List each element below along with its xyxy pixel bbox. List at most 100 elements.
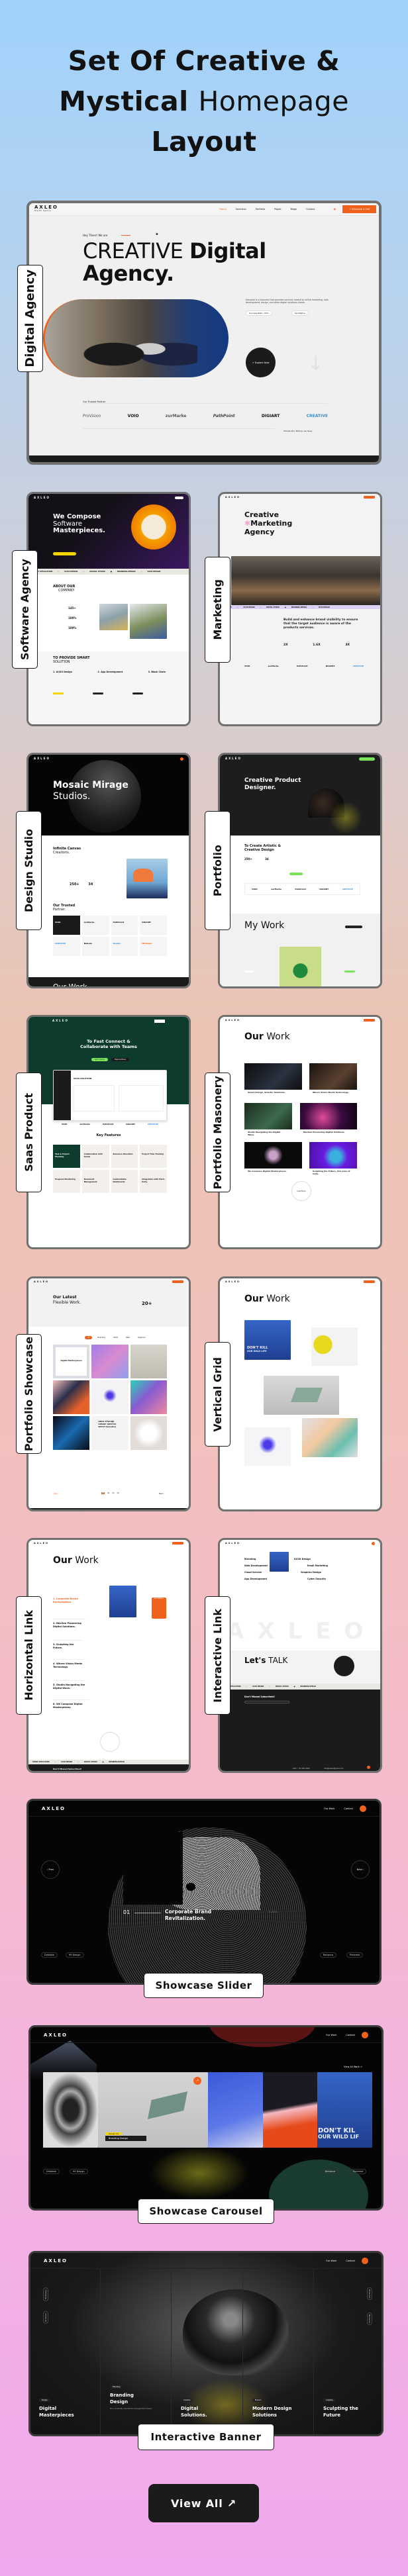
work-grid: Digital Masterpieces ABCD EFGHIJK LMNOP … xyxy=(53,1345,167,1450)
99design-link[interactable]: 99 Design xyxy=(66,1952,84,1958)
label-interactive-link: Interactive Link xyxy=(205,1596,230,1715)
nav-home[interactable]: Home xyxy=(219,208,226,211)
preview-portfolio[interactable]: AXLEO Creative Product Designer. To Creat… xyxy=(218,753,382,988)
feature-card: Progress Monitoring xyxy=(53,1170,80,1193)
project-count: 20+ xyxy=(142,1301,152,1306)
work-card xyxy=(244,1103,292,1129)
feature-card: Project Time Tracking xyxy=(140,1145,167,1168)
work-list-item[interactable]: 2. NexGen Pioneering Digital Solutions. xyxy=(53,1619,86,1640)
work-list-item[interactable]: 3. Sculpting the Future. xyxy=(53,1640,83,1659)
solution-heading: TO PROVIDE SMART SOLUTION xyxy=(53,656,90,664)
menu-icon[interactable] xyxy=(360,1805,366,1812)
hero-headline: Creative ✱Marketing Agency xyxy=(244,510,293,536)
preview-interactive-link[interactable]: AXLEO Branding Web Development Cloud Servi… xyxy=(218,1538,382,1773)
product-image xyxy=(280,947,321,986)
banner-column[interactable]: Creative Digital Solutions. xyxy=(181,2391,207,2418)
load-more-button[interactable]: Load More xyxy=(291,1181,311,1201)
cta-button[interactable] xyxy=(289,873,303,875)
explore-now-button[interactable]: ↗ Explore Now xyxy=(246,348,276,377)
menu-icon[interactable] xyxy=(362,2031,368,2038)
view-button[interactable] xyxy=(345,926,362,928)
brand-statement: Build and enhance brand visibility to en… xyxy=(283,618,358,630)
work-list-item[interactable]: 1. Corporate Brand Revitalization. xyxy=(53,1598,83,1619)
service-links-left: Branding Web Development Cloud Service App … xyxy=(244,1558,268,1580)
view-all-button[interactable]: View All ↗ xyxy=(148,2484,259,2522)
partner-logos: VOIO zurMarke PathPoint DIGIART CREATIVE xyxy=(62,1123,158,1125)
our-work-heading: Our Work xyxy=(53,1555,99,1566)
dashboard-mockup: SAAS-SOLUTION xyxy=(53,1070,167,1121)
work-item xyxy=(130,1380,167,1414)
email-input[interactable] xyxy=(244,1701,289,1703)
partner-logos: VOIO zurMarke PathPoint DIGIART CREATIVE xyxy=(244,665,364,667)
intro-text: Hey There! We are xyxy=(83,234,108,237)
partner-logos: VOIO zurMarke PathPoint DIGIART CREATIVE xyxy=(244,883,360,895)
nav-contact[interactable]: Contact xyxy=(306,208,315,211)
feature-card: Collaboration with Teams xyxy=(81,1145,109,1168)
preview-marketing[interactable]: AXLEO Creative✱MarketingAgency PRODUCT◇U… xyxy=(218,492,382,726)
work-card xyxy=(309,1142,357,1169)
preview-software-agency[interactable]: AXLEO We Compose Software Masterpieces. SM… xyxy=(26,492,191,726)
our-work-heading: Our Work xyxy=(244,1294,290,1304)
preview-showcase-carousel[interactable]: AXLEO Our Work Contact View All Work ↗ ↗ … xyxy=(28,2025,383,2211)
banner-column[interactable]: Design Digital Masterpieces xyxy=(39,2391,74,2418)
label-marketing: Marketing xyxy=(205,557,230,663)
banner-column[interactable]: Creative Sculpting the Future xyxy=(323,2391,358,2418)
services-marquee: SMART APPLICATION ◇ UI/UX DESIGN ◇ DIGITAL S… xyxy=(28,1760,189,1764)
slide-index: 01 xyxy=(123,1909,130,1915)
carousel-item[interactable]: DON'T KIL OUR WILD LIF xyxy=(317,2072,372,2148)
spotlight-button[interactable]: Spotlight ▸ xyxy=(291,310,309,316)
nav-pages[interactable]: Pages xyxy=(274,208,281,211)
banner-column[interactable]: Modern Modern Design Solutions xyxy=(252,2391,292,2418)
preview-digital-agency[interactable]: AXLEO Digital Agency Home Solutions Portf… xyxy=(26,201,382,465)
scroll-top-button[interactable] xyxy=(367,1766,370,1769)
view-all-work-link[interactable]: View All Work ↗ xyxy=(344,2066,362,2068)
work-list-item[interactable]: 6. We Compose Digital Masterpieces. xyxy=(53,1699,89,1721)
behance-link[interactable]: Behance xyxy=(320,1952,337,1958)
carousel-item[interactable] xyxy=(208,2072,263,2148)
preview-portfolio-showcase[interactable]: AXLEO Our Latest Flexible Work. 20+ All B… xyxy=(26,1276,191,1511)
success-rate-badge: Success Rate - 90% xyxy=(246,310,272,316)
explore-plans-button[interactable]: Explore Plans xyxy=(111,1058,129,1061)
nav-our-work[interactable]: Our Work xyxy=(324,1807,334,1810)
hero-headline: Creative Product Designer. xyxy=(244,777,301,791)
nav-blogs[interactable]: Blogs xyxy=(290,208,297,211)
talk-button[interactable] xyxy=(334,1656,354,1676)
work-list-item[interactable]: 4. Where Vision Meets Technology. xyxy=(53,1659,86,1680)
carousel-item[interactable] xyxy=(263,2072,317,2148)
work-card xyxy=(244,1142,302,1169)
work-image xyxy=(264,1376,339,1415)
nav-contact[interactable]: Contact xyxy=(344,1807,353,1810)
preview-interactive-banner[interactable]: AXLEO Our Work Contact 99 Design Dribbble… xyxy=(28,2251,383,2436)
preview-portfolio-masonery[interactable]: AXLEO Our Work Smart Design, Smarter Sol… xyxy=(218,1015,382,1249)
schedule-call-button[interactable]: ↗ Schedule a Call xyxy=(342,205,376,213)
preview-design-studio[interactable]: AXLEO Mosaic Mirage Studios. Infinite Can… xyxy=(26,753,191,988)
cta-button[interactable] xyxy=(53,552,76,555)
nav-portfolio[interactable]: Portfolio xyxy=(256,208,265,211)
menu-icon[interactable] xyxy=(362,2257,368,2264)
section-heading: Infinite Canvas Creations. xyxy=(53,847,81,855)
preview-showcase-slider[interactable]: AXLEO Our Work Contact ‹ Prev Next › 01 C… xyxy=(26,1799,382,1985)
banner-column[interactable]: Branding Branding Design It's a mutually be… xyxy=(110,2377,153,2410)
carousel-item[interactable] xyxy=(43,2072,98,2148)
pinterest-link[interactable]: Pinterest xyxy=(346,1952,364,1958)
work-list-item[interactable]: 5. Studio Navigating the Digital Wave. xyxy=(53,1680,86,1699)
section-heading: To Create Artistic & Creative Design xyxy=(244,844,281,852)
next-slide-button[interactable]: Next › xyxy=(351,1860,370,1879)
next-page[interactable]: Next › xyxy=(159,1493,164,1495)
prev-page[interactable]: ‹ Prev xyxy=(53,1493,58,1495)
slide-year: © 2024 xyxy=(268,1911,278,1913)
work-item xyxy=(91,1380,128,1414)
preview-vertical-grid[interactable]: AXLEO Our Work DON'T KILL OUR WILD LIFE xyxy=(218,1276,382,1511)
dribbble-link[interactable]: Dribbble xyxy=(41,1952,58,1958)
nav-solutions[interactable]: Solutions xyxy=(236,208,246,211)
carousel-item-active[interactable]: ↗ Design Kit Branding Design xyxy=(98,2072,208,2148)
grid-icon[interactable]: ▦ xyxy=(334,208,336,211)
preview-horizontal-link[interactable]: AXLEO Our Work 1. Corporate Brand Revita… xyxy=(26,1538,191,1773)
features-heading: Key Features xyxy=(96,1133,121,1137)
prev-slide-button[interactable]: ‹ Prev xyxy=(41,1860,60,1879)
nav-menu: Home Solutions Portfolio Pages Blogs Con… xyxy=(219,208,336,211)
hero-description: Halsome is a business that provides serv… xyxy=(246,299,329,304)
get-demo-button[interactable]: Get a Demo xyxy=(91,1058,109,1061)
work-item xyxy=(130,1345,167,1378)
preview-saas-product[interactable]: AXLEO To Fast Connect & Collaborate with … xyxy=(26,1015,191,1249)
